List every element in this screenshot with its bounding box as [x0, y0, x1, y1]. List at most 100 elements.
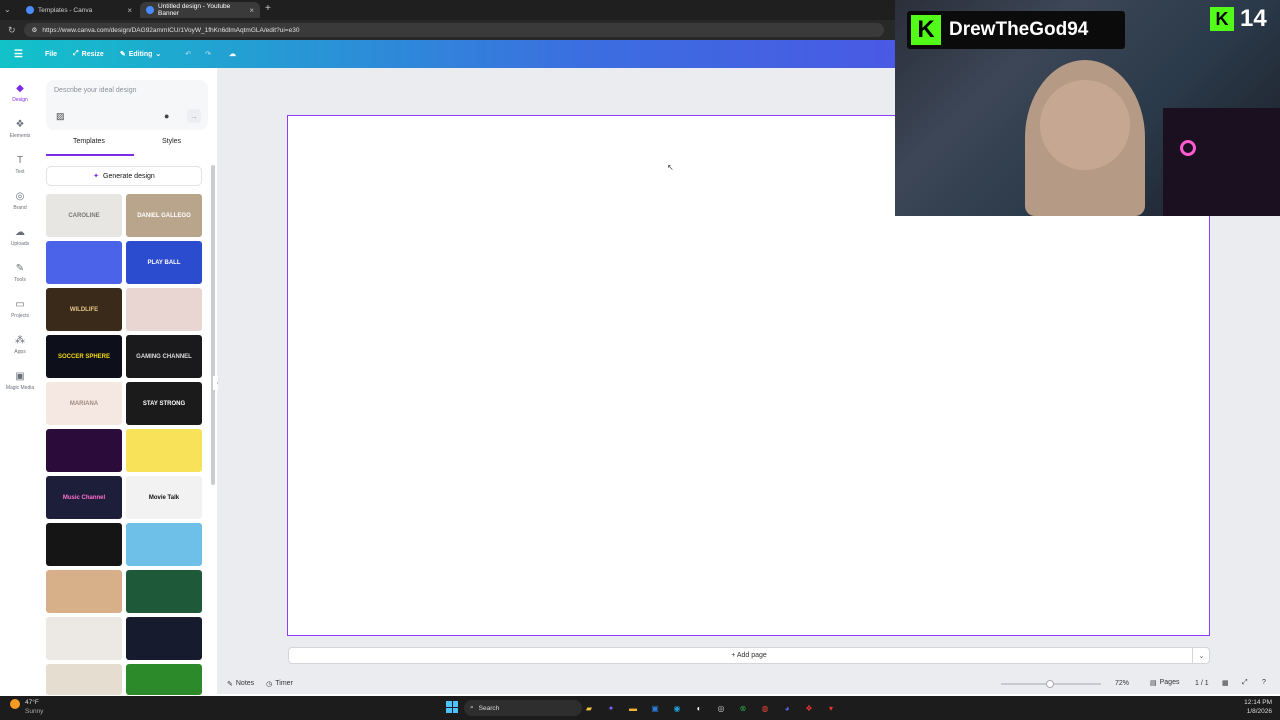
- copilot-icon[interactable]: ✦: [605, 702, 617, 714]
- clock-time[interactable]: 12:14 PM: [1234, 699, 1272, 706]
- redo-icon: ↷: [205, 51, 212, 58]
- tab-templates[interactable]: Templates - Canva ×: [20, 2, 138, 18]
- template-thumbnail[interactable]: [46, 523, 122, 566]
- undo-button[interactable]: ↶: [181, 50, 195, 58]
- template-thumbnail[interactable]: STAY STRONG: [126, 382, 202, 425]
- template-thumbnail[interactable]: [46, 429, 122, 472]
- template-thumbnail[interactable]: [126, 570, 202, 613]
- template-thumbnail[interactable]: [126, 429, 202, 472]
- new-tab-button[interactable]: +: [265, 3, 271, 14]
- tab-templates-panel[interactable]: Templates: [73, 138, 105, 145]
- template-thumbnail[interactable]: MARIANA: [46, 382, 122, 425]
- file-explorer-icon[interactable]: ▰: [583, 702, 595, 714]
- app-icon-red[interactable]: ❖: [803, 702, 815, 714]
- template-thumbnail[interactable]: [46, 570, 122, 613]
- template-thumbnail-text: PLAY BALL: [147, 259, 181, 266]
- template-thumbnail[interactable]: GAMING CHANNEL: [126, 335, 202, 378]
- fullscreen-icon[interactable]: ⤢: [1242, 679, 1248, 687]
- template-thumbnail[interactable]: [126, 617, 202, 660]
- kick-logo-icon: K: [1210, 7, 1234, 31]
- template-thumbnail[interactable]: PLAY BALL: [126, 241, 202, 284]
- obs-icon[interactable]: ◎: [715, 702, 727, 714]
- template-thumbnail[interactable]: CAROLINE: [46, 194, 122, 237]
- projects-icon: ▭: [15, 298, 25, 310]
- rail-item-tools[interactable]: ✎ Tools: [0, 256, 40, 290]
- image-upload-icon[interactable]: ▨: [56, 111, 65, 122]
- tools-icon: ✎: [15, 262, 25, 274]
- store-icon[interactable]: ▣: [649, 702, 661, 714]
- editing-mode-button[interactable]: ✎ Editing ⌄: [116, 50, 165, 59]
- weather-sun-icon: [10, 699, 20, 709]
- rail-item-brand[interactable]: ◎ Brand: [0, 184, 40, 218]
- panel-scrollbar[interactable]: [211, 165, 215, 485]
- resize-button[interactable]: ⤢ Resize: [69, 50, 108, 58]
- template-thumbnail[interactable]: [126, 288, 202, 331]
- notes-button[interactable]: ✎ Notes: [227, 680, 254, 688]
- tab-styles-panel[interactable]: Styles: [162, 138, 181, 145]
- cloud-icon: ☁: [229, 51, 237, 58]
- edge-icon[interactable]: ◉: [671, 702, 683, 714]
- weather-temp[interactable]: 47°F: [25, 699, 39, 706]
- mic-icon[interactable]: ▾: [825, 702, 837, 714]
- template-thumbnail[interactable]: [126, 664, 202, 695]
- windows-start-icon[interactable]: [446, 701, 458, 713]
- rail-item-text[interactable]: T Text: [0, 148, 40, 182]
- taskbar-search[interactable]: ⌕ Search: [464, 700, 582, 716]
- template-thumbnail[interactable]: Movie Talk: [126, 476, 202, 519]
- reload-icon[interactable]: ↻: [8, 25, 16, 36]
- tab-list-chevron-icon[interactable]: ⌄: [4, 5, 11, 14]
- zoom-level[interactable]: 72%: [1115, 680, 1129, 687]
- add-page-options-button[interactable]: ⌄: [1192, 647, 1210, 664]
- clock-date[interactable]: 1/8/2026: [1234, 708, 1272, 715]
- template-thumbnail[interactable]: [46, 664, 122, 695]
- help-icon[interactable]: ?: [1262, 679, 1266, 686]
- template-thumbnail-text: STAY STRONG: [142, 400, 186, 407]
- url-field[interactable]: ⚙ https://www.canva.com/design/DAG92ammI…: [23, 23, 884, 37]
- rail-item-apps[interactable]: ⁂ Apps: [0, 328, 40, 362]
- xbox-icon[interactable]: ⊗: [737, 702, 749, 714]
- main-menu-button[interactable]: ☰: [10, 49, 27, 60]
- microphone-icon[interactable]: ●: [164, 111, 169, 121]
- site-info-icon[interactable]: ⚙: [32, 26, 38, 34]
- tab-title: Untitled design - Youtube Banner: [158, 3, 231, 17]
- rail-item-elements[interactable]: ❖ Elements: [0, 112, 40, 146]
- template-thumbnail[interactable]: DANIEL GALLEGO: [126, 194, 202, 237]
- kick-logo-icon: K: [911, 15, 941, 45]
- template-thumbnail[interactable]: SOCCER SPHERE: [46, 335, 122, 378]
- rail-item-magic-media[interactable]: ▣ Magic Media: [0, 364, 40, 398]
- template-thumbnail[interactable]: [46, 617, 122, 660]
- viewer-count: 14: [1240, 5, 1267, 32]
- brand-icon: ◎: [15, 190, 25, 202]
- template-thumbnail[interactable]: WILDLIFE: [46, 288, 122, 331]
- file-menu-button[interactable]: File: [41, 51, 61, 58]
- pages-button[interactable]: ▤ Pages: [1150, 679, 1179, 687]
- streamer-face: [1040, 80, 1130, 170]
- save-status-button[interactable]: ☁: [225, 50, 240, 58]
- close-tab-icon[interactable]: ×: [127, 6, 132, 15]
- chrome-icon[interactable]: ◍: [759, 702, 771, 714]
- template-thumbnail[interactable]: [46, 241, 122, 284]
- close-tab-icon[interactable]: ×: [249, 6, 254, 15]
- taskbar-search-label: Search: [478, 704, 500, 712]
- design-icon: ◆: [16, 82, 24, 94]
- rail-item-design[interactable]: ◆ Design: [0, 76, 40, 110]
- add-page-button[interactable]: + Add page: [288, 647, 1210, 664]
- generate-design-button[interactable]: ✦ Generate design: [46, 166, 202, 186]
- template-thumbnail[interactable]: [126, 523, 202, 566]
- folder-icon[interactable]: ▬: [627, 702, 639, 714]
- rail-item-projects[interactable]: ▭ Projects: [0, 292, 40, 326]
- template-thumbnail[interactable]: Music Channel: [46, 476, 122, 519]
- discord-icon[interactable]: ◕: [781, 702, 793, 714]
- tab-title: Templates - Canva: [38, 6, 93, 14]
- timer-button[interactable]: ◷ Timer: [266, 680, 293, 688]
- viewer-counter: K 14: [1210, 4, 1267, 34]
- app-icon[interactable]: ◐: [693, 702, 705, 714]
- redo-button[interactable]: ↷: [201, 50, 215, 58]
- template-thumbnail-text: SOCCER SPHERE: [57, 353, 110, 360]
- submit-arrow-icon[interactable]: →: [187, 109, 201, 123]
- tab-untitled-design[interactable]: Untitled design - Youtube Banner ×: [140, 2, 260, 18]
- zoom-slider-handle[interactable]: [1046, 680, 1054, 688]
- design-prompt-box[interactable]: Describe your ideal design ▨ ● →: [46, 80, 208, 130]
- grid-view-icon[interactable]: ▦: [1222, 679, 1229, 687]
- rail-item-uploads[interactable]: ☁ Uploads: [0, 220, 40, 254]
